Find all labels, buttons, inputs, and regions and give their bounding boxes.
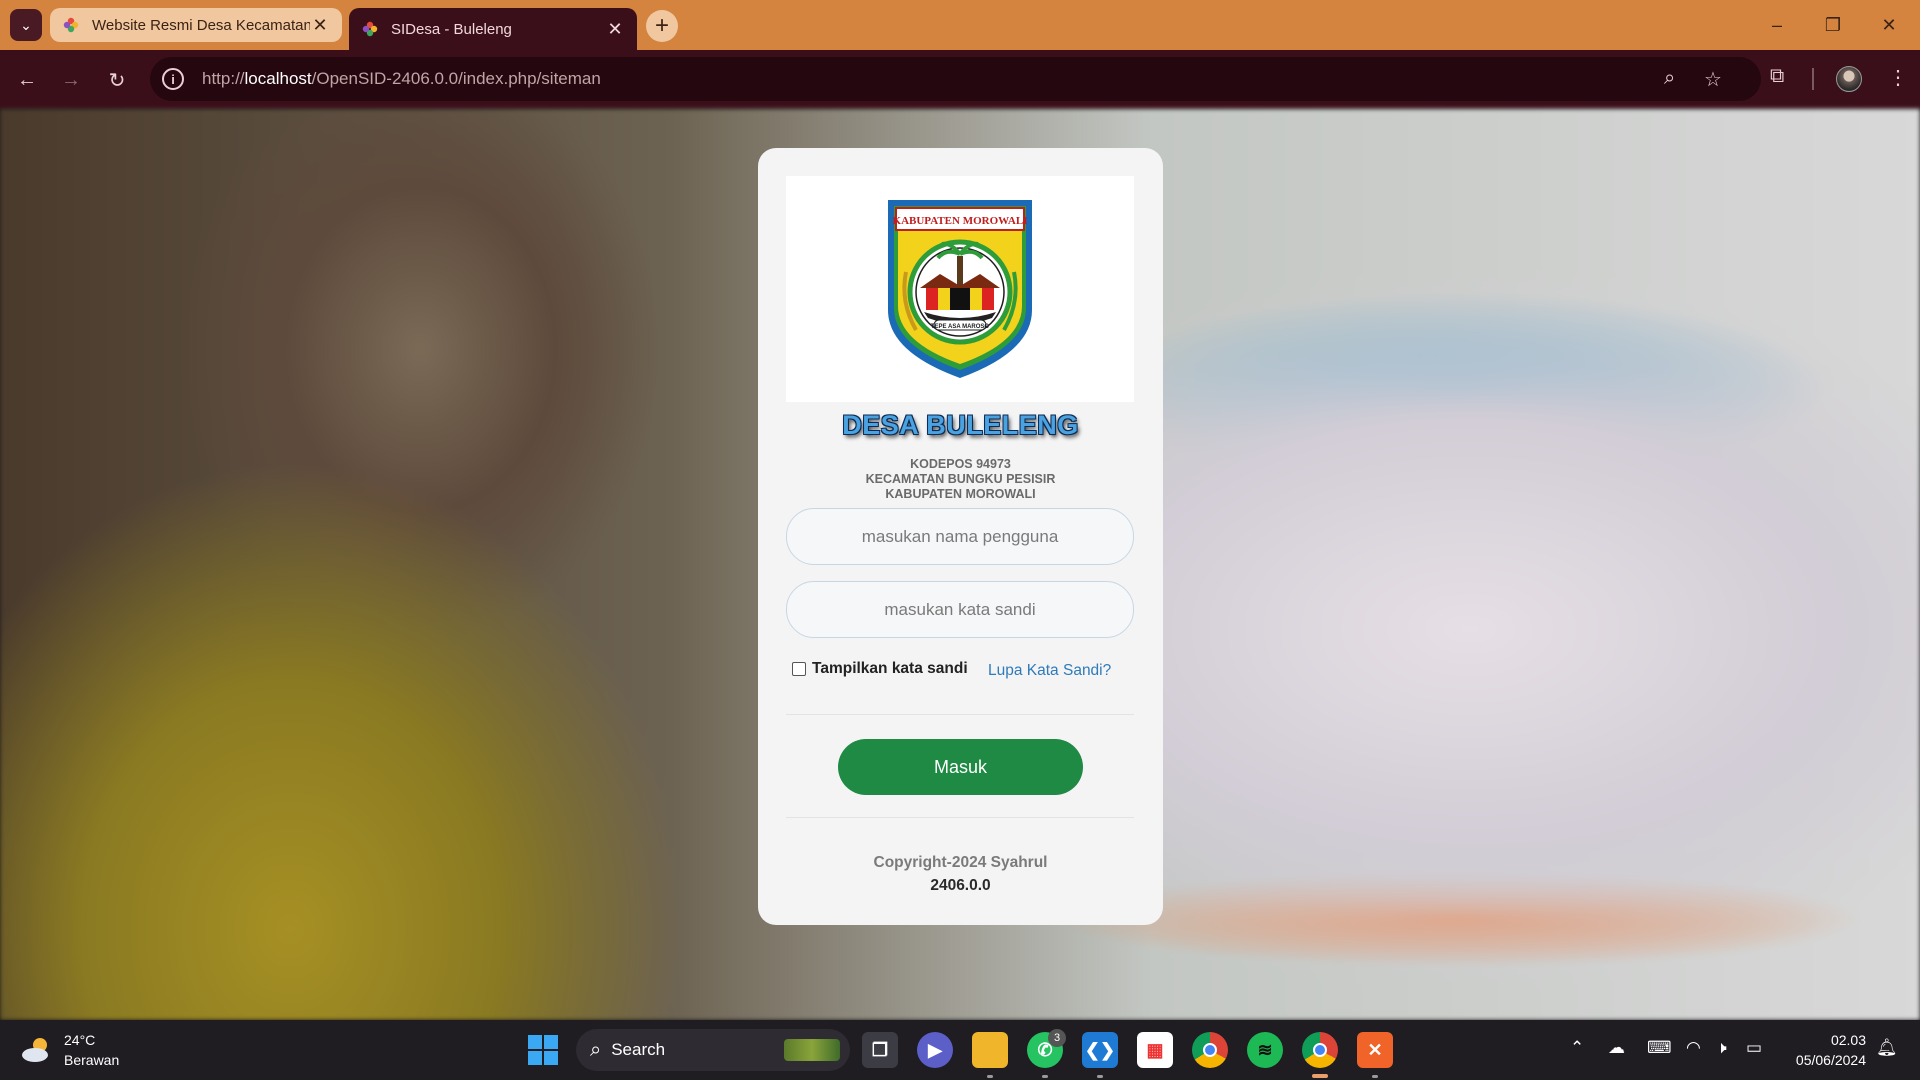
windows-start-icon[interactable] — [528, 1035, 558, 1065]
username-placeholder: masukan nama pengguna — [861, 526, 1059, 546]
plus-icon: + — [654, 12, 669, 39]
close-icon[interactable]: ✕ — [310, 15, 330, 36]
spotify-icon[interactable]: ≋ — [1247, 1032, 1283, 1068]
whatsapp-badge: 3 — [1048, 1029, 1066, 1047]
forward-button[interactable]: → — [56, 65, 86, 95]
bookmark-star-icon[interactable]: ☆ — [1704, 67, 1722, 92]
search-icon: ⌕ — [590, 1038, 602, 1061]
tab-website-resmi[interactable]: Website Resmi Desa Kecamatan ✕ — [50, 8, 342, 42]
keyboard-icon[interactable]: ⌨ — [1647, 1038, 1672, 1058]
village-title: DESA BULELENG — [842, 410, 1079, 440]
file-explorer-icon[interactable] — [972, 1032, 1008, 1068]
weather-temperature[interactable]: 24°C — [64, 1032, 95, 1048]
svg-text:TEPE ASA MAROSO: TEPE ASA MAROSO — [931, 324, 990, 330]
show-password-row: Tampilkan kata sandi — [792, 660, 968, 678]
onedrive-cloud-icon[interactable]: ☁ — [1608, 1038, 1625, 1058]
windows-taskbar: 24°C Berawan ⌕ Search ❐ ▶ ✆ 3 ❮❯ ▦ ≋ ✕ ⌃… — [0, 1020, 1920, 1080]
toolbar-divider — [1812, 68, 1814, 90]
tab-title: SIDesa - Buleleng — [391, 20, 512, 38]
version-text: 2406.0.0 — [930, 877, 991, 894]
clock-date[interactable]: 05/06/2024 — [1776, 1052, 1866, 1068]
microsoft-store-icon[interactable]: ▦ — [1137, 1032, 1173, 1068]
more-menu-icon[interactable]: ⋮ — [1888, 65, 1908, 90]
arrow-left-icon: ← — [17, 68, 37, 91]
xampp-icon[interactable]: ✕ — [1357, 1032, 1393, 1068]
browser-tab-strip: ⌄ Website Resmi Desa Kecamatan ✕ SIDesa … — [0, 0, 1920, 50]
active-app-indicator — [1312, 1074, 1328, 1078]
search-label: Search — [611, 1040, 666, 1059]
taskbar-search-box[interactable]: ⌕ Search — [576, 1029, 850, 1071]
running-indicator — [987, 1075, 993, 1078]
close-window-button[interactable]: ✕ — [1866, 10, 1912, 40]
divider — [786, 714, 1134, 715]
restore-icon: ❐ — [1824, 14, 1842, 35]
vscode-icon[interactable]: ❮❯ — [1082, 1032, 1118, 1068]
site-info-icon[interactable]: i — [162, 68, 184, 90]
search-highlight-image — [784, 1039, 840, 1061]
running-indicator — [1372, 1075, 1378, 1078]
arrow-right-icon: → — [61, 68, 81, 91]
password-placeholder: masukan kata sandi — [884, 599, 1036, 619]
divider — [786, 817, 1134, 818]
show-password-checkbox[interactable] — [792, 662, 806, 676]
close-icon[interactable]: ✕ — [605, 19, 625, 40]
notification-bell-icon[interactable]: 🔔︎ — [1876, 1038, 1898, 1058]
district-name: KECAMATAN BUNGKU PESISIR — [865, 472, 1056, 486]
speaker-muted-icon[interactable]: 🕨 — [1716, 1038, 1727, 1058]
chrome-profile-icon[interactable] — [1302, 1032, 1338, 1068]
postal-code: KODEPOS 94973 — [910, 457, 1011, 471]
username-input[interactable]: masukan nama pengguna — [786, 508, 1134, 565]
browser-toolbar: ← → ↻ i http://localhost/OpenSID-2406.0.… — [0, 50, 1920, 109]
opensid-favicon-icon — [63, 17, 79, 33]
clock-time[interactable]: 02.03 — [1822, 1032, 1866, 1048]
battery-icon[interactable]: ▭ — [1746, 1038, 1762, 1058]
tab-title: Website Resmi Desa Kecamatan — [92, 16, 310, 34]
meet-icon[interactable]: ▶ — [917, 1032, 953, 1068]
forgot-password-link[interactable]: Lupa Kata Sandi? — [988, 662, 1111, 680]
back-button[interactable]: ← — [12, 65, 42, 95]
svg-text:KABUPATEN MOROWALI: KABUPATEN MOROWALI — [893, 215, 1028, 227]
chrome-icon[interactable] — [1192, 1032, 1228, 1068]
chevron-down-icon: ⌄ — [20, 16, 32, 33]
minimize-button[interactable]: – — [1754, 10, 1800, 40]
zoom-icon[interactable]: ⌕ — [1664, 67, 1675, 90]
password-input[interactable]: masukan kata sandi — [786, 581, 1134, 638]
profile-avatar[interactable] — [1836, 66, 1862, 92]
opensid-favicon-icon — [362, 21, 378, 37]
extensions-icon[interactable]: ⧉ — [1770, 65, 1784, 88]
copyright-text: Copyright-2024 Syahrul — [873, 854, 1048, 871]
reload-button[interactable]: ↻ — [102, 65, 132, 95]
login-card: KABUPATEN MOROWALI TEPE ASA MAROSO DESA … — [758, 148, 1163, 925]
show-password-label[interactable]: Tampilkan kata sandi — [812, 660, 968, 678]
tab-search-menu-button[interactable]: ⌄ — [10, 9, 42, 41]
running-indicator — [1042, 1075, 1048, 1078]
weather-description[interactable]: Berawan — [64, 1052, 119, 1068]
close-icon: ✕ — [1881, 14, 1897, 35]
url-text[interactable]: http://localhost/OpenSID-2406.0.0/index.… — [202, 69, 601, 89]
morowali-emblem-icon: KABUPATEN MOROWALI TEPE ASA MAROSO — [888, 200, 1032, 378]
weather-cloud-sun-icon[interactable] — [20, 1034, 54, 1064]
regency-logo: KABUPATEN MOROWALI TEPE ASA MAROSO — [786, 176, 1134, 402]
wifi-icon[interactable]: ◠ — [1686, 1038, 1701, 1058]
minimize-icon: – — [1771, 14, 1782, 35]
chevron-up-icon[interactable]: ⌃ — [1570, 1038, 1584, 1058]
restore-button[interactable]: ❐ — [1810, 10, 1856, 40]
tab-sidesa-buleleng[interactable]: SIDesa - Buleleng ✕ — [349, 8, 637, 50]
login-button-label: Masuk — [933, 756, 987, 777]
task-view-icon[interactable]: ❐ — [862, 1032, 898, 1068]
running-indicator — [1097, 1075, 1103, 1078]
login-submit-button[interactable]: Masuk — [838, 739, 1083, 795]
new-tab-button[interactable]: + — [646, 10, 678, 42]
reload-icon: ↻ — [108, 69, 126, 92]
regency-name: KABUPATEN MOROWALI — [885, 487, 1036, 501]
address-bar[interactable]: i http://localhost/OpenSID-2406.0.0/inde… — [150, 57, 1761, 101]
